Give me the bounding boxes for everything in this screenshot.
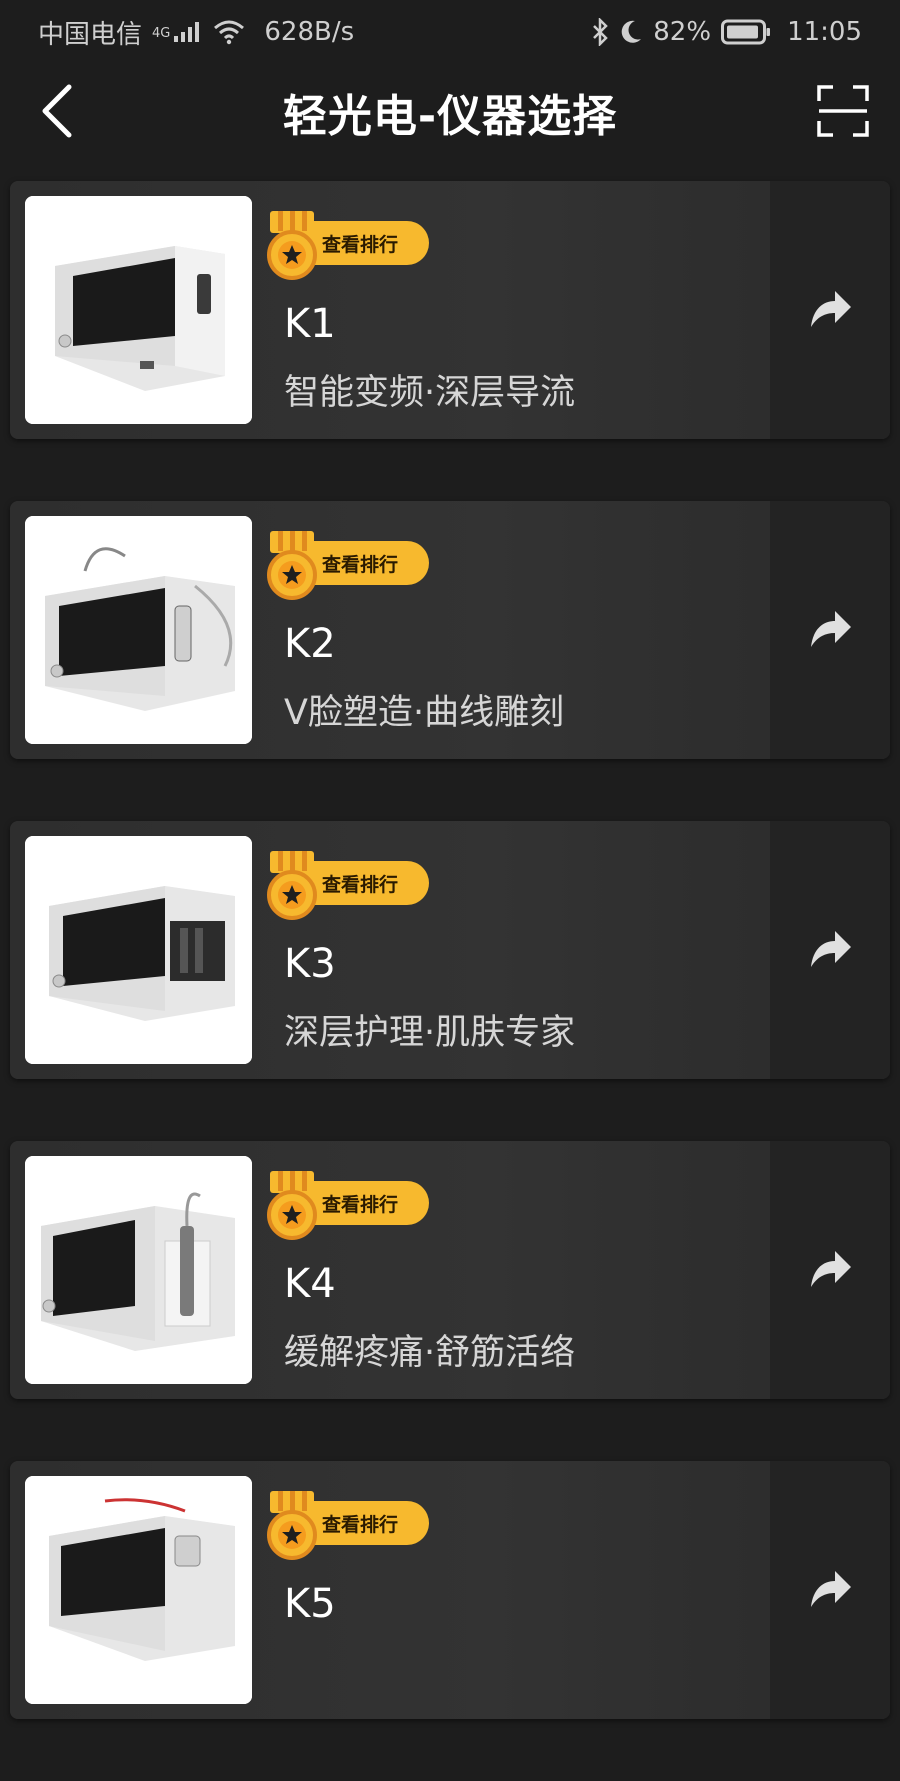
device-card[interactable]: 查看排行 K3 深层护理·肌肤专家 — [10, 821, 890, 1079]
product-name: K2 — [284, 621, 336, 667]
device-image-k4 — [25, 1156, 252, 1384]
device-card[interactable]: 查看排行 K4 缓解疼痛·舒筋活络 — [10, 1141, 890, 1399]
back-button[interactable] — [22, 78, 92, 148]
chevron-left-icon — [39, 83, 75, 143]
share-arrow-icon — [811, 1571, 851, 1607]
medal-icon — [267, 1491, 317, 1560]
scan-icon — [817, 85, 869, 141]
product-description: V脸塑造·曲线雕刻 — [284, 693, 565, 733]
page-title: 轻光电-仪器选择 — [282, 91, 618, 142]
product-name: K5 — [284, 1581, 336, 1627]
device-image-k3 — [25, 836, 252, 1064]
share-arrow-icon — [811, 291, 851, 327]
app-header: 轻光电-仪器选择 — [0, 64, 900, 160]
product-name: K4 — [284, 1261, 336, 1307]
rank-badge[interactable]: 查看排行 — [266, 1171, 431, 1241]
share-button[interactable] — [770, 821, 890, 1079]
product-name: K1 — [284, 301, 336, 347]
device-thumbnail — [25, 516, 252, 744]
device-image-k2 — [25, 516, 252, 744]
rank-badge[interactable]: 查看排行 — [266, 211, 431, 281]
device-card[interactable]: 查看排行 K2 V脸塑造·曲线雕刻 — [10, 501, 890, 759]
medal-icon — [267, 211, 317, 280]
bluetooth-icon — [591, 18, 609, 46]
signal-icon — [172, 20, 202, 44]
device-list: 查看排行 K1 智能变频·深层导流 查看排行 K2 V脸塑造·曲线雕刻 查看排行… — [10, 181, 890, 1781]
rank-badge[interactable]: 查看排行 — [266, 531, 431, 601]
scan-button[interactable] — [808, 78, 878, 148]
share-button[interactable] — [770, 501, 890, 759]
device-thumbnail — [25, 836, 252, 1064]
carrier-label: 中国电信 — [38, 19, 143, 50]
share-button[interactable] — [770, 1141, 890, 1399]
device-card[interactable]: 查看排行 K1 智能变频·深层导流 — [10, 181, 890, 439]
moon-icon — [619, 19, 643, 45]
device-image-k5 — [25, 1476, 252, 1704]
wifi-icon — [212, 19, 246, 45]
device-thumbnail — [25, 1156, 252, 1384]
product-description: 深层护理·肌肤专家 — [284, 1013, 576, 1053]
rank-badge[interactable]: 查看排行 — [266, 851, 431, 921]
product-description: 缓解疼痛·舒筋活络 — [284, 1333, 576, 1373]
product-description: 智能变频·深层导流 — [284, 373, 576, 413]
device-thumbnail — [25, 196, 252, 424]
share-button[interactable] — [770, 1461, 890, 1719]
rank-badge[interactable]: 查看排行 — [266, 1491, 431, 1561]
share-arrow-icon — [811, 931, 851, 967]
battery-icon — [721, 19, 771, 45]
clock: 11:05 — [787, 17, 862, 47]
status-bar: 中国电信 4G 628B/s 82% 11:05 — [0, 0, 900, 64]
product-name: K3 — [284, 941, 336, 987]
share-button[interactable] — [770, 181, 890, 439]
share-arrow-icon — [811, 1251, 851, 1287]
device-thumbnail — [25, 1476, 252, 1704]
medal-icon — [267, 531, 317, 600]
device-image-k1 — [25, 196, 252, 424]
device-card[interactable]: 查看排行 K5 — [10, 1461, 890, 1719]
medal-icon — [267, 1171, 317, 1240]
battery-percent: 82% — [653, 17, 712, 47]
share-arrow-icon — [811, 611, 851, 647]
medal-icon — [267, 851, 317, 920]
network-type: 4G — [152, 25, 171, 41]
network-speed: 628B/s — [264, 17, 355, 47]
